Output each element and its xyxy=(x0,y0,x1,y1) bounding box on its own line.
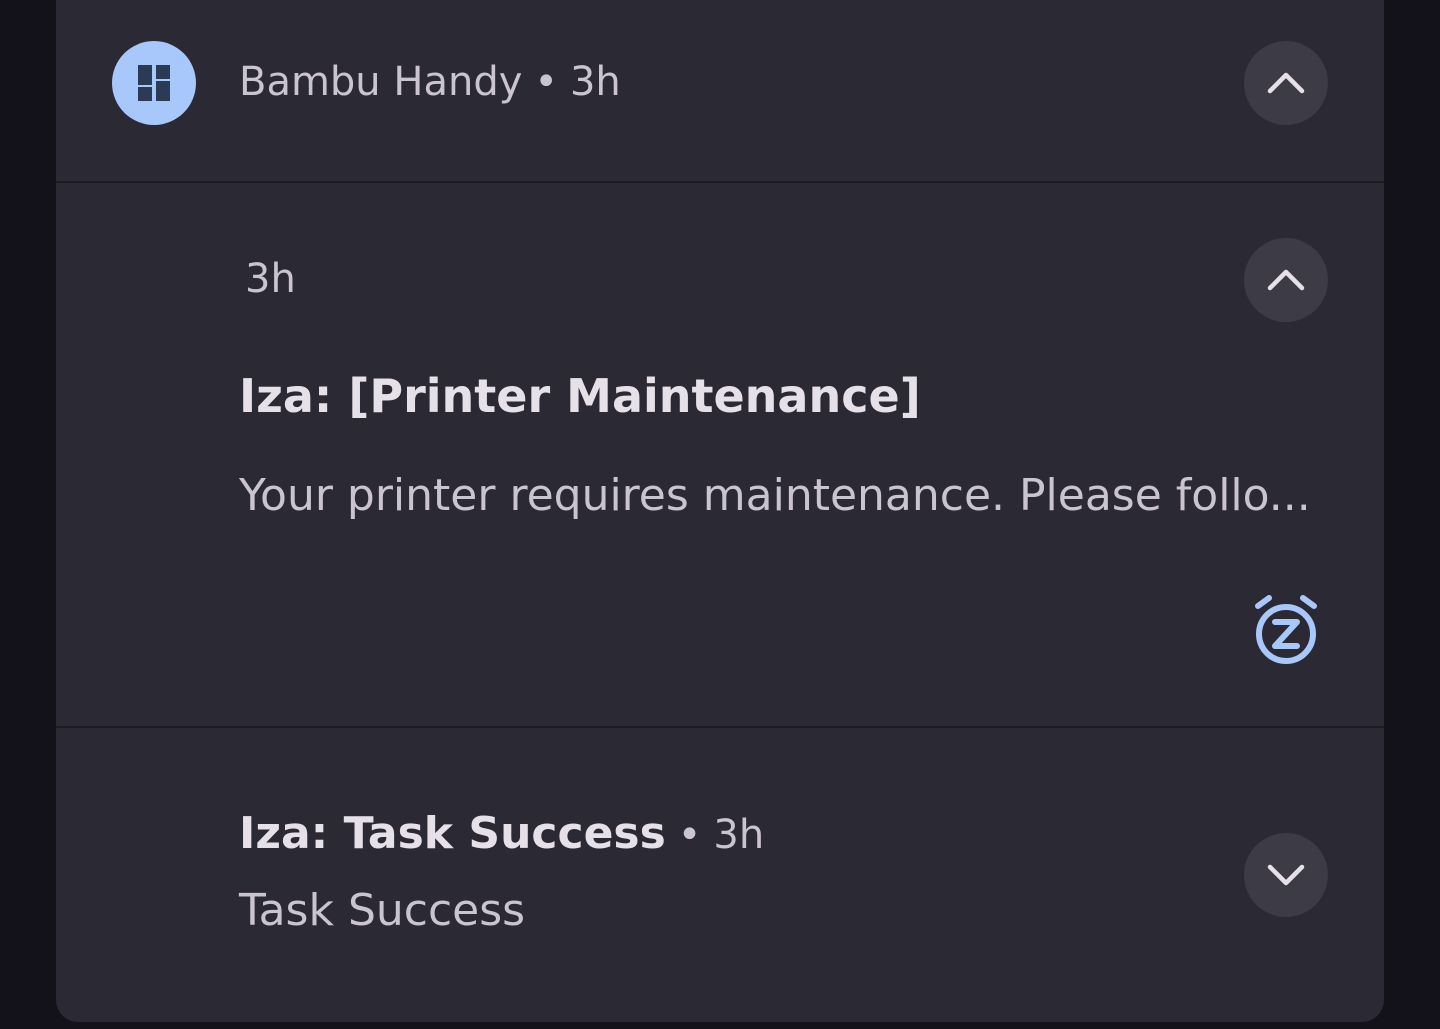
notification-collapse-button[interactable] xyxy=(1244,238,1328,322)
chevron-down-icon xyxy=(1267,864,1305,886)
notification-group-panel: Bambu Handy • 3h 3h Iza: [Printer Maintena… xyxy=(56,0,1384,1022)
snooze-button[interactable] xyxy=(1248,592,1324,668)
group-header-text: Bambu Handy • 3h xyxy=(239,56,621,108)
notification-title[interactable]: Iza: [Printer Maintenance] xyxy=(239,366,921,426)
chevron-up-icon xyxy=(1267,269,1305,291)
bambu-logo-icon xyxy=(138,65,170,101)
notification-time: 3h xyxy=(713,812,765,858)
notification-expand-button[interactable] xyxy=(1244,833,1328,917)
separator-dot: • xyxy=(677,812,702,858)
notification-time: 3h xyxy=(245,256,296,302)
notification-body[interactable]: Your printer requires maintenance. Pleas… xyxy=(239,468,1311,524)
group-time: 3h xyxy=(569,59,621,105)
divider xyxy=(56,181,1384,183)
group-collapse-button[interactable] xyxy=(1244,41,1328,125)
snooze-icon xyxy=(1255,595,1317,664)
app-name: Bambu Handy xyxy=(239,59,523,105)
notification-title-text: Iza: Task Success xyxy=(239,808,666,859)
divider xyxy=(56,726,1384,728)
notification-title[interactable]: Iza: Task Success • 3h xyxy=(239,805,764,864)
chevron-up-icon xyxy=(1267,72,1305,94)
notification-body[interactable]: Task Success xyxy=(239,882,525,940)
bambu-handy-app-icon xyxy=(112,41,196,125)
separator-dot: • xyxy=(534,59,558,105)
